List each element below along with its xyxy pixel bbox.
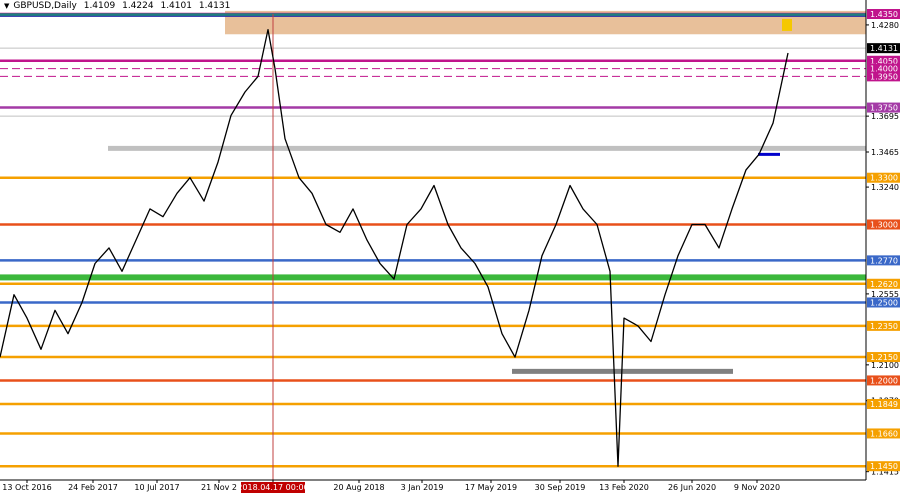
price-labels-layer: 1.43501.40501.40001.39501.37501.33001.30… [867,9,900,472]
level-lines-layer [0,12,866,468]
price-axis-tick-label: 1.4280 [871,21,899,30]
time-axis-tick-label: 17 May 2019 [465,483,517,492]
level-price-label: 1.1849 [870,400,898,409]
price-series-layer [0,28,789,467]
time-axis-tick-label: 24 Feb 2017 [68,483,118,492]
high-value: 1.4224 [122,1,154,11]
axes-layer: 1.42801.36951.34651.32401.25551.21001.18… [0,0,899,493]
green-support-band [0,274,866,281]
time-axis-tick-label: 13 Feb 2020 [599,483,649,492]
price-axis-tick-label: 1.3240 [871,183,899,192]
low-value: 1.4101 [160,1,192,11]
level-price-label: 1.2500 [870,298,898,307]
time-axis-tick-label: 20 Aug 2018 [333,483,384,492]
level-price-label: 1.3750 [870,104,898,113]
time-axis-tick-label: 26 Jun 2020 [668,483,716,492]
current-price-label: 1.4131 [870,44,898,53]
level-price-label: 1.2770 [870,256,898,265]
price-axis-tick-label: 1.3695 [871,112,899,121]
symbol-timeframe: GBPUSD,Daily [13,1,77,11]
price-chart[interactable]: 1.42801.36951.34651.32401.25551.21001.18… [0,0,900,493]
level-price-label: 1.2000 [870,376,898,385]
level-price-label: 1.2350 [870,322,898,331]
level-price-label: 1.3950 [870,72,898,81]
price-axis-tick-label: 1.2100 [871,361,899,370]
open-value: 1.4109 [83,1,116,11]
level-price-label: 1.1660 [870,429,898,438]
level-price-label: 1.3000 [870,221,898,230]
time-axis-tick-label: 9 Nov 2020 [734,483,780,492]
close-value: 1.4131 [198,1,231,11]
chart-header: ▼ GBPUSD,Daily 1.4109 1.4224 1.4101 1.413… [4,1,234,11]
time-axis-tick-label: 13 Oct 2016 [2,483,51,492]
time-axis-tick-label: 10 Jul 2017 [134,483,179,492]
price-axis-tick-label: 1.3465 [871,148,899,157]
price-series-line [0,28,789,467]
time-axis-tick-label: 30 Sep 2019 [535,483,586,492]
level-price-label: 1.3300 [870,174,898,183]
level-price-label: 1.4350 [870,10,898,19]
level-price-label: 1.2150 [870,353,898,362]
symbol-dropdown-icon[interactable]: ▼ [4,2,9,10]
crosshair-date-label: 2018.04.17 00:00 [237,483,308,492]
time-axis-tick-label: 21 Nov 2 [201,483,237,492]
level-price-label: 1.2620 [870,280,898,289]
level-price-label: 1.1450 [870,462,898,471]
current-bar-marker [782,18,792,31]
annotation-layer [0,13,866,480]
time-axis-tick-label: 3 Jan 2019 [401,483,444,492]
